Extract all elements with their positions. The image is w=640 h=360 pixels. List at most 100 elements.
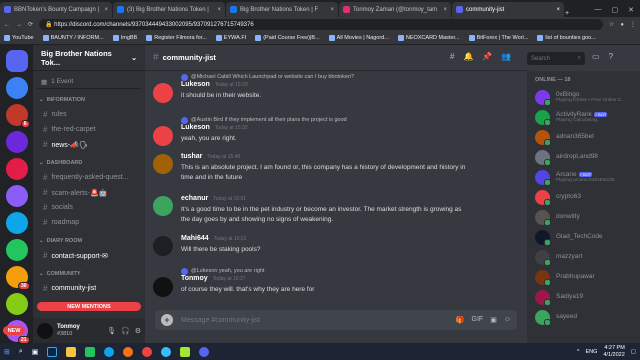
server-icon[interactable]	[5, 131, 28, 153]
browser-tab[interactable]: community-jist ×	[452, 2, 564, 17]
minimize-icon[interactable]: —	[595, 6, 602, 14]
vscode-icon[interactable]	[85, 346, 96, 357]
bookmark-item[interactable]: NEOXCARD Master...	[397, 35, 460, 41]
category-header[interactable]: ⌄ DIARY ROOM	[37, 234, 141, 248]
member-item[interactable]: adnan365bet	[535, 127, 640, 147]
server-icon[interactable]	[5, 77, 28, 99]
server-icon[interactable]: 30	[5, 266, 30, 290]
gif-icon[interactable]: GIF	[472, 316, 484, 324]
category-header[interactable]: ⌄ INFORMATION	[37, 93, 141, 107]
bookmark-item[interactable]: All Movies | Nagord...	[328, 35, 389, 41]
tray-up-icon[interactable]: ^	[577, 349, 580, 355]
bookmark-item[interactable]: list of bounties goo...	[537, 35, 596, 41]
file-explorer-icon[interactable]	[66, 346, 77, 357]
author-name[interactable]: Mahi644	[181, 235, 209, 242]
window-close-icon[interactable]: ✕	[628, 6, 634, 14]
author-name[interactable]: Lukeson	[181, 124, 210, 131]
reply-preview[interactable]: @Michael Cabill Which Launchpad or websi…	[145, 73, 525, 81]
server-icon[interactable]	[5, 185, 28, 207]
server-icon[interactable]	[5, 239, 28, 261]
add-attachment-icon[interactable]: +	[161, 314, 173, 326]
channel-item[interactable]: # the-red-carpet	[37, 122, 141, 137]
member-item[interactable]: airdropLand98	[535, 147, 640, 167]
sticker-icon[interactable]: ▣	[490, 316, 497, 324]
windows-start-icon[interactable]: ⊞	[4, 348, 10, 356]
avatar[interactable]	[153, 196, 173, 216]
browser-tab[interactable]: Tonmoy Zaman (@tonmoy_tam ×	[339, 2, 451, 17]
avatar[interactable]	[153, 83, 173, 103]
avatar[interactable]	[153, 236, 173, 256]
browser-tab[interactable]: Big Brother Nations Token | F ×	[226, 2, 338, 17]
nitro-gift-icon[interactable]: 🎁	[456, 316, 465, 324]
members-icon[interactable]: 👥	[501, 52, 511, 61]
inbox-icon[interactable]: ▭	[592, 52, 600, 61]
settings-icon[interactable]: ⚙	[135, 327, 141, 335]
chrome-icon[interactable]	[142, 346, 153, 357]
emoji-icon[interactable]: ☺	[504, 316, 511, 324]
server-icon[interactable]	[5, 212, 28, 234]
avatar[interactable]	[153, 154, 173, 174]
new-mentions-banner[interactable]: NEW MENTIONS	[37, 302, 141, 311]
category-header[interactable]: ⌄ DASHBOARD	[37, 156, 141, 170]
browser-tab[interactable]: (3) Big Brother Nations Token | ×	[113, 2, 225, 17]
bell-icon[interactable]: 🔔	[463, 52, 473, 61]
notifications-icon[interactable]: ▢	[631, 349, 636, 355]
language-indicator[interactable]: ENG	[585, 349, 597, 355]
bookmark-item[interactable]: Register Filmora for...	[146, 35, 207, 41]
reply-preview[interactable]: @Austin Bird if they implement all their…	[145, 116, 525, 124]
channel-item[interactable]: # rules	[37, 107, 141, 122]
search-input[interactable]: Search ⌕	[527, 52, 585, 65]
search-taskbar-icon[interactable]: ⌕	[19, 348, 23, 356]
close-icon[interactable]: ×	[556, 7, 560, 13]
url-field[interactable]: 🔒 https://discord.com/channels/937034449…	[39, 19, 603, 30]
back-icon[interactable]: ←	[4, 22, 10, 28]
clock[interactable]: 4:27 PM 4/1/2022	[603, 345, 624, 357]
bookmark-item[interactable]: YouTube	[4, 35, 34, 41]
maximize-icon[interactable]: ▢	[612, 6, 619, 14]
bookmark-item[interactable]: EYWA.FI	[215, 35, 246, 41]
server-icon[interactable]	[5, 158, 28, 180]
mute-icon[interactable]: 🎙	[107, 327, 116, 335]
channel-item[interactable]: # scam-alerts-🚨🤖	[37, 185, 141, 200]
bookmark-item[interactable]: (Paid Course Free)|B...	[255, 35, 320, 41]
guild-header[interactable]: Big Brother Nations Tok... ⌄	[33, 45, 145, 71]
member-item[interactable]: Prabhupawar	[535, 267, 640, 287]
close-icon[interactable]: ×	[443, 7, 447, 13]
member-item[interactable]: Arcane ✓BOT Playing arcane.bot/183/236	[535, 167, 640, 187]
profile-icon[interactable]: ●	[620, 22, 624, 28]
channel-item[interactable]: # frequently-asked-quest...	[37, 170, 141, 185]
new-server-pill[interactable]: NEW	[3, 326, 25, 335]
close-icon[interactable]: ×	[330, 7, 334, 13]
headphones-icon[interactable]: 🎧	[121, 327, 130, 335]
close-icon[interactable]: ×	[104, 7, 108, 13]
bookmark-item[interactable]: BitForex | The Worl...	[468, 35, 528, 41]
author-name[interactable]: tushar	[181, 153, 202, 160]
channel-item[interactable]: # contact-support-✉	[37, 248, 141, 263]
browser-tab[interactable]: BBNToken's Bounty Campaign | ×	[0, 2, 112, 17]
member-item[interactable]: sayeed	[535, 307, 640, 327]
menu-icon[interactable]: ⋮	[630, 21, 636, 28]
message-composer[interactable]: + Message #community-jist 🎁 GIF ▣ ☺	[155, 310, 517, 330]
member-item[interactable]: 0xBingo Playing Ichess • Free Online C...	[535, 87, 640, 107]
app-icon[interactable]	[180, 346, 191, 357]
forward-icon[interactable]: →	[16, 22, 22, 28]
close-icon[interactable]: ×	[217, 7, 221, 13]
channel-item[interactable]: # roadmap	[37, 215, 141, 230]
events-link[interactable]: ▦ 1 Event	[37, 75, 141, 89]
member-item[interactable]: Glad_TechCode	[535, 227, 640, 247]
photoshop-icon[interactable]	[47, 346, 58, 357]
member-item[interactable]: donwitty	[535, 207, 640, 227]
member-item[interactable]: ActivityRank ✓BOT Playing Calculating...	[535, 107, 640, 127]
server-icon[interactable]	[5, 293, 28, 315]
task-view-icon[interactable]: ▣	[32, 348, 39, 356]
reply-preview[interactable]: @Lukeson yeah, you are right	[145, 267, 525, 275]
bookmark-item[interactable]: BAUNTY / INFORM...	[42, 35, 104, 41]
help-icon[interactable]: ?	[609, 52, 613, 61]
channel-item[interactable]: # community-jist	[37, 281, 141, 296]
channel-item[interactable]: # news-📣🗣	[37, 137, 141, 152]
avatar[interactable]	[153, 126, 173, 146]
author-name[interactable]: Tonmoy	[181, 275, 208, 282]
new-tab-icon[interactable]: +	[565, 10, 569, 17]
avatar[interactable]	[37, 322, 53, 339]
edge-icon[interactable]	[104, 346, 115, 357]
